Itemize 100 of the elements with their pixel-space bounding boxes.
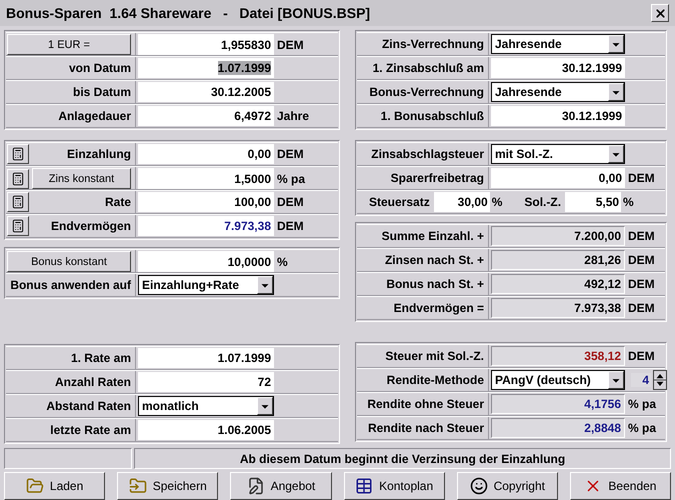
status-message: Ab diesem Datum beginnt die Verzinsung der Einzahlung [240, 452, 566, 466]
smiley-icon [470, 477, 488, 495]
calculator-button[interactable] [7, 168, 29, 189]
option-button[interactable]: Zins konstant [32, 168, 131, 190]
dropdown[interactable]: PAngV (deutsch) [491, 370, 625, 390]
field-label: 1. Bonusabschluß [380, 109, 484, 124]
field-label: Bonus nach St. + [386, 277, 484, 292]
field-label: 1. Rate am [70, 351, 131, 366]
value-field[interactable]: 6,4972 [138, 106, 274, 126]
toolbar-button[interactable]: Laden [4, 472, 106, 500]
table-icon [355, 477, 374, 495]
dropdown[interactable]: monatlich [138, 396, 274, 416]
calculator-icon [11, 219, 25, 234]
field-label: Endvermögen = [394, 301, 484, 316]
calculator-button[interactable] [7, 192, 29, 212]
field-label: Anlagedauer [58, 109, 131, 124]
field-label: Steuer mit Sol.-Z. [385, 349, 484, 364]
field-label: letzte Rate am [50, 423, 131, 438]
field-label: Rendite ohne Steuer [367, 397, 484, 412]
field-label: 1. Zinsabschluß am [372, 61, 484, 76]
option-button[interactable]: 1 EUR = [7, 34, 131, 56]
value-field[interactable]: 100,00 [138, 192, 274, 212]
option-button[interactable]: Bonus konstant [7, 251, 131, 272]
field-label: Zinsabschlagsteuer [371, 147, 484, 162]
spinner-arrows-icon[interactable] [653, 370, 667, 390]
result-field: 281,26 [491, 250, 625, 270]
field-label: Steuersatz [368, 195, 431, 210]
unit-label: DEM [627, 300, 656, 318]
value-field[interactable]: 5,50 [565, 192, 622, 212]
value-field[interactable]: 7.973,38 [138, 216, 274, 236]
unit-label: DEM [627, 228, 656, 246]
unit-label: Jahre [276, 108, 310, 126]
result-field: 4,1756 [491, 394, 625, 414]
toolbar-button[interactable]: Kontoplan [344, 472, 445, 500]
folder-icon [26, 477, 44, 495]
field-label: Abstand Raten [46, 399, 131, 414]
unit-label: % [490, 195, 504, 210]
unit-label: % pa [627, 396, 658, 414]
field-label: Endvermögen [50, 219, 131, 234]
unit-label: DEM [627, 170, 656, 188]
close-icon [654, 6, 666, 20]
unit-label: DEM [276, 146, 305, 164]
value-field[interactable]: 1.07.1999 [138, 58, 274, 78]
result-field: 7.200,00 [491, 226, 625, 246]
toolbar-button[interactable]: Speichern [117, 472, 218, 500]
field-label: bis Datum [72, 85, 131, 100]
field-label: Rendite-Methode [386, 373, 484, 388]
unit-label: DEM [276, 194, 305, 212]
value-field[interactable]: 1.06.2005 [138, 420, 274, 440]
calculator-icon [11, 147, 25, 162]
unit-label: % [276, 254, 289, 271]
result-field: 2,8848 [491, 418, 625, 438]
dropdown[interactable]: Einzahlung+Rate [138, 275, 274, 296]
unit-label: DEM [627, 276, 656, 294]
field-label: Bonus-Verrechnung [369, 85, 484, 100]
window-title: Bonus-Sparen 1.64 Shareware - Datei [BONUS.BSP] [6, 5, 370, 22]
close-button[interactable] [651, 4, 669, 22]
value-field[interactable]: 1.07.1999 [138, 348, 274, 368]
value-field[interactable]: 30.12.2005 [138, 82, 274, 102]
calculator-button[interactable] [7, 144, 29, 164]
unit-label: DEM [276, 36, 305, 54]
value-field[interactable]: 72 [138, 372, 274, 392]
result-field: 358,12 [491, 346, 625, 366]
value-field[interactable]: 0,00 [491, 168, 625, 188]
toolbar-button[interactable]: Beenden [570, 472, 672, 500]
field-label: Sparerfreibetrag [390, 171, 484, 186]
field-label: Zins-Verrechnung [382, 37, 484, 52]
document-pen-icon [246, 477, 265, 495]
field-label: Zinsen nach St. + [384, 253, 484, 268]
toolbar-button[interactable]: Copyright [456, 472, 558, 500]
calculator-icon [11, 195, 25, 210]
unit-label: DEM [627, 348, 656, 366]
dropdown[interactable]: mit Sol.-Z. [491, 144, 625, 164]
field-label: Rendite nach Steuer [368, 421, 484, 436]
toolbar-button[interactable]: Angebot [230, 472, 332, 500]
unit-label: DEM [276, 218, 305, 236]
value-field[interactable]: 30.12.1999 [491, 58, 625, 78]
field-label: Rate [104, 195, 131, 210]
dropdown[interactable]: Jahresende [491, 34, 625, 54]
value-field[interactable]: 30.12.1999 [491, 106, 625, 126]
field-label: Einzahlung [67, 147, 131, 162]
field-label: Bonus anwenden auf [10, 278, 131, 292]
value-field[interactable]: 1,5000 [138, 168, 274, 190]
value-field[interactable]: 30,00 [434, 192, 490, 212]
unit-label: % pa [627, 420, 658, 438]
value-field[interactable]: 10,0000 [138, 251, 274, 272]
unit-label: DEM [627, 252, 656, 270]
calculator-button[interactable] [7, 216, 29, 236]
value-field[interactable]: 0,00 [138, 144, 274, 164]
result-field: 492,12 [491, 274, 625, 294]
unit-label: % [622, 195, 635, 210]
field-label: Sol.-Z. [523, 195, 562, 210]
unit-label: % pa [276, 170, 306, 188]
value-field[interactable]: 1,955830 [138, 34, 274, 56]
digits-field[interactable]: 4 [631, 373, 651, 388]
field-label: Summe Einzahl. + [382, 229, 484, 244]
folder-icon [128, 477, 147, 495]
calculator-icon [11, 172, 25, 186]
dropdown[interactable]: Jahresende [491, 82, 625, 102]
field-label: von Datum [68, 61, 131, 76]
